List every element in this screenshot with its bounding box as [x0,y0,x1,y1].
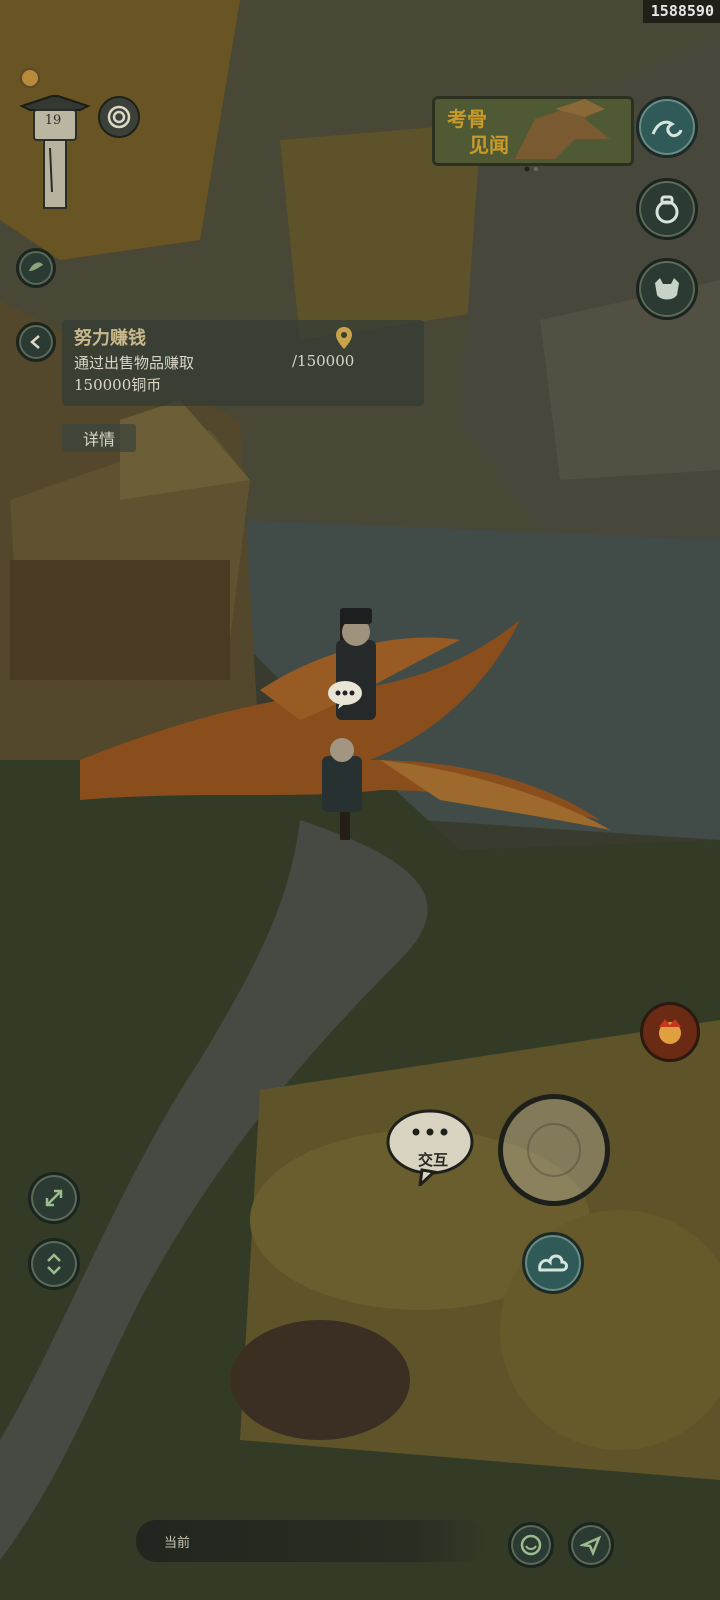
emoji-icon [520,1534,542,1556]
quest-title: 努力赚钱 [74,328,146,349]
send-button[interactable] [568,1522,614,1568]
spiral-button[interactable] [98,96,140,138]
quest-reward: 150000铜币 [74,376,162,394]
send-icon [580,1535,602,1556]
hero-portrait-icon [659,1019,681,1044]
quest-details-button[interactable]: 详情 [62,424,136,452]
skill-button[interactable] [522,1232,584,1294]
quest-collapse-button[interactable] [16,322,56,362]
emoji-button[interactable] [508,1522,554,1568]
attack-button[interactable] [498,1094,610,1206]
pet-button[interactable] [636,258,698,320]
chat-bar[interactable]: 当前 [136,1520,488,1562]
hero-portrait-button[interactable] [640,1002,700,1062]
interact-label: 交互 [417,1151,448,1169]
quest-description: 通过出售物品赚取 [74,354,195,372]
event-title-line1: 考骨 [447,107,487,131]
location-pin-icon[interactable] [334,326,354,350]
expand-icon [45,1189,63,1207]
banner-page-dots [524,166,538,172]
player-level: 19 [44,113,62,128]
chevron-left-icon [30,335,40,349]
npc-speech-bubble [328,681,362,709]
player-id: 1588590 [642,0,720,23]
cloud-swirl-icon [538,1254,568,1272]
swap-icon [47,1253,61,1275]
bag-icon [655,195,679,224]
wave-icon [651,120,683,138]
attack-ring-icon [527,1123,581,1177]
stone-totem-icon[interactable] [18,92,92,212]
chat-channel-label: 当前 [164,1536,191,1551]
event-title-line2: 见闻 [469,133,509,157]
quest-progress: /150000 [292,352,354,370]
game-world [0,0,720,1600]
interact-button[interactable] [386,1108,474,1186]
game-screen: 1588590 19 努力赚钱 通过出售物品赚取 /150000 150000铜… [0,0,720,1600]
wave-button[interactable] [636,96,698,158]
notification-dot[interactable] [20,68,40,88]
leaf-icon [29,262,43,271]
bag-button[interactable] [636,178,698,240]
event-banner[interactable]: 考骨 见闻 [432,96,634,166]
expand-button[interactable] [28,1172,80,1224]
sidebar-small-button[interactable] [16,248,56,288]
spiral-icon [107,105,131,129]
swap-button[interactable] [28,1238,80,1290]
pet-icon [655,278,679,300]
quest-progress-target: /150000 [292,352,355,370]
quest-tracker[interactable]: 努力赚钱 通过出售物品赚取 /150000 150000铜币 [62,320,424,406]
